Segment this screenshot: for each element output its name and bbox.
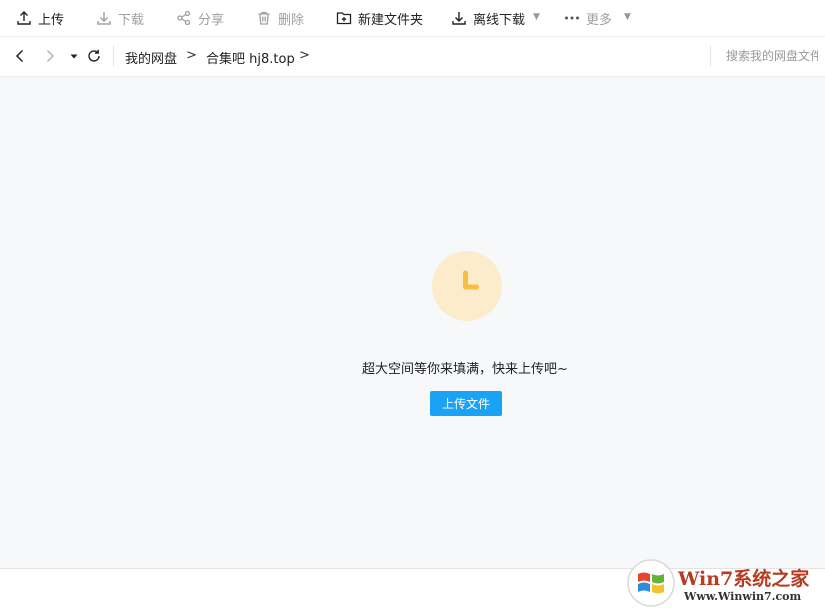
offline-download-button[interactable]: 离线下载 — [451, 0, 525, 36]
breadcrumb-root[interactable]: 我的网盘 — [125, 48, 177, 67]
more-label: 更多 — [586, 12, 613, 28]
new-folder-button[interactable]: 新建文件夹 — [336, 0, 423, 36]
more-button[interactable]: 更多 — [564, 0, 612, 36]
forward-arrow-icon[interactable] — [42, 48, 58, 64]
windows-logo-icon — [627, 559, 675, 607]
upload-file-button[interactable]: 上传文件 — [430, 391, 502, 416]
watermark: Win7系统之家 Www.Winwin7.com — [626, 558, 822, 608]
refresh-icon[interactable] — [86, 48, 102, 64]
trash-icon — [258, 11, 270, 25]
download-button[interactable]: 下载 — [96, 0, 144, 36]
offline-download-dropdown-icon[interactable]: ▼ — [533, 12, 540, 22]
navigation-bar: 我的网盘 > 合集吧 hj8.top > — [0, 37, 825, 77]
upload-icon — [17, 11, 31, 25]
nav-divider — [113, 45, 114, 67]
share-button[interactable]: 分享 — [176, 0, 224, 36]
watermark-title: Win7系统之家 — [678, 568, 810, 590]
search-input[interactable] — [722, 46, 822, 66]
delete-button[interactable]: 删除 — [256, 0, 304, 36]
clock-hands-icon — [463, 270, 479, 290]
new-folder-icon — [336, 12, 352, 25]
download-icon — [97, 12, 111, 25]
download-label: 下载 — [118, 12, 145, 28]
delete-label: 删除 — [278, 12, 305, 28]
clock-icon — [432, 251, 502, 321]
upload-button[interactable]: 上传 — [16, 0, 64, 36]
breadcrumb-separator-end: > — [299, 48, 310, 63]
share-label: 分享 — [198, 12, 225, 28]
search-divider — [710, 45, 711, 67]
back-arrow-icon[interactable] — [12, 48, 28, 64]
breadcrumb-separator: > — [186, 48, 197, 63]
share-icon — [177, 10, 191, 26]
offline-download-icon — [452, 12, 466, 25]
more-dropdown-icon[interactable]: ▼ — [624, 12, 631, 22]
toolbar: 上传 下载 分享 删除 新建文件夹 离线下载 ▼ 更多 ▼ — [0, 0, 825, 37]
empty-state-message: 超大空间等你来填满，快来上传吧~ — [362, 362, 568, 377]
history-dropdown-icon[interactable] — [66, 48, 82, 64]
upload-label: 上传 — [38, 12, 65, 28]
watermark-url: Www.Winwin7.com — [684, 590, 802, 603]
new-folder-label: 新建文件夹 — [358, 12, 424, 28]
more-dots-icon — [565, 16, 579, 20]
breadcrumb-current-folder[interactable]: 合集吧 hj8.top — [206, 48, 295, 67]
offline-download-label: 离线下载 — [473, 12, 526, 28]
